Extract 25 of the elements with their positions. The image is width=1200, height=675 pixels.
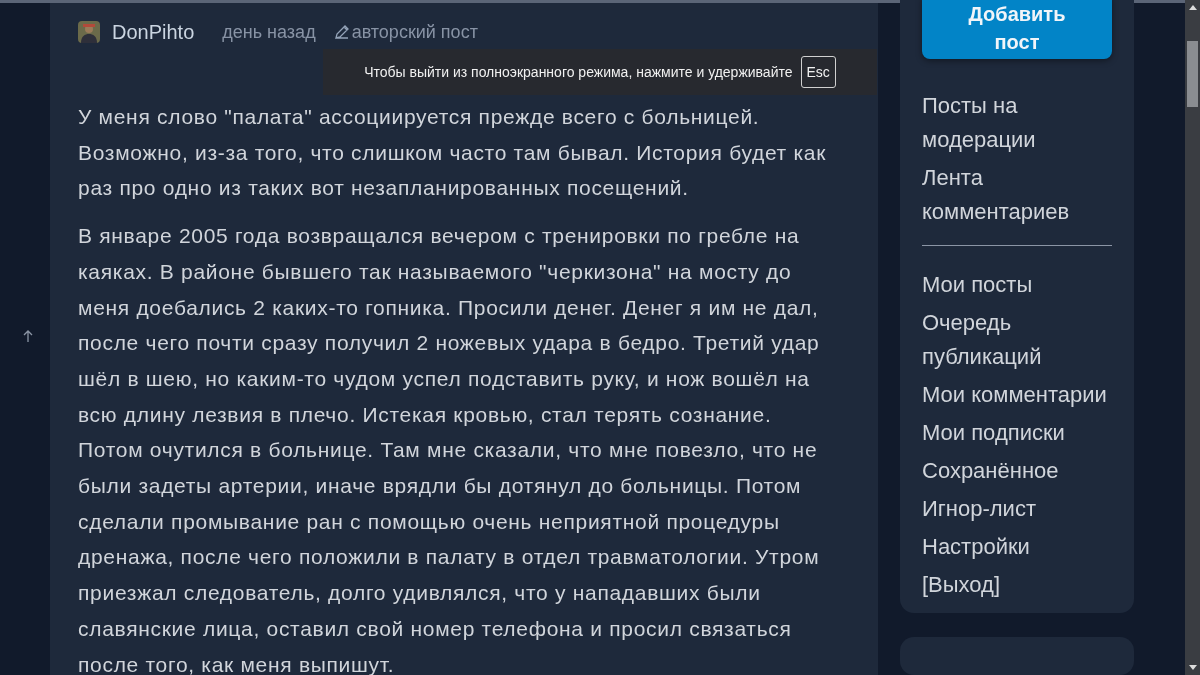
post-time: день назад [222,21,316,43]
sidebar-link[interactable]: Мои посты [922,268,1112,302]
esc-key: Esc [800,56,836,88]
sidebar-link[interactable]: Посты на модерации [922,89,1112,157]
author-link[interactable]: DonPihto [112,20,195,44]
sidebar-link[interactable]: Очередь публикаций [922,306,1112,374]
sidebar-link[interactable]: Мои подписки [922,416,1112,450]
sidebar-link[interactable]: Лента комментариев [922,161,1112,229]
scrollbar-thumb[interactable] [1187,41,1198,107]
sidebar-link[interactable]: [Выход] [922,568,1112,602]
pencil-icon [333,24,350,40]
sidebar-link[interactable]: Сохранённое [922,454,1112,488]
add-post-button[interactable]: Добавить пост [922,0,1112,59]
scroll-down-icon[interactable] [1188,665,1197,670]
post-paragraph: У меня слово "палата" ассоциируется прежде всего с больницей. Возможно, из-за того, что слишком часто там бывал. История будет как раз про одно из таких вот незапланированных посещений. [78,104,828,202]
sidebar-link[interactable]: Мои комментарии [922,378,1112,412]
scrollbar[interactable] [1185,0,1200,675]
scroll-up-icon[interactable] [1188,5,1197,10]
post-paragraph: В январе 2005 года возвращался вечером с тренировки по гребле на каяках. В районе бывшего так называемого "черкизона" на мосту до меня доебались 2 каких-то гопника. Просили денег. Денег я им не дал, после чего почти сразу получил 2 ножевых удара в бедро. Третий удар шёл в шею, но каким-то чудом успел подставить руку, и нож вошёл на всю длину лезвия в плечо. Истекая кровью, стал терять сознание. Потом очутился в больнице. Там мне сказали, что мне повезло, что не были задеты артерии, иначе врядли бы дотянул до больницы. Потом сделали промывание ран с помощью очень неприятной процедуры дренажа, после чего положили в палату в отдел травматологии. Утром приезжал следователь, долго удивлялся, что у нападавших были славянские лица, оставил свой номер телефона и просил связаться после того, как меня выпишут. [78,223,821,675]
scroll-up-arrow-icon[interactable] [23,329,33,343]
avatar-icon[interactable] [78,21,100,43]
sidebar-link[interactable]: Игнор-лист [922,492,1112,526]
notice-text: Чтобы выйти из полноэкранного режима, нажмите и удерживайте [364,64,793,80]
sidebar-link[interactable]: Настройки [922,530,1112,564]
post-tag: авторский пост [351,21,478,43]
